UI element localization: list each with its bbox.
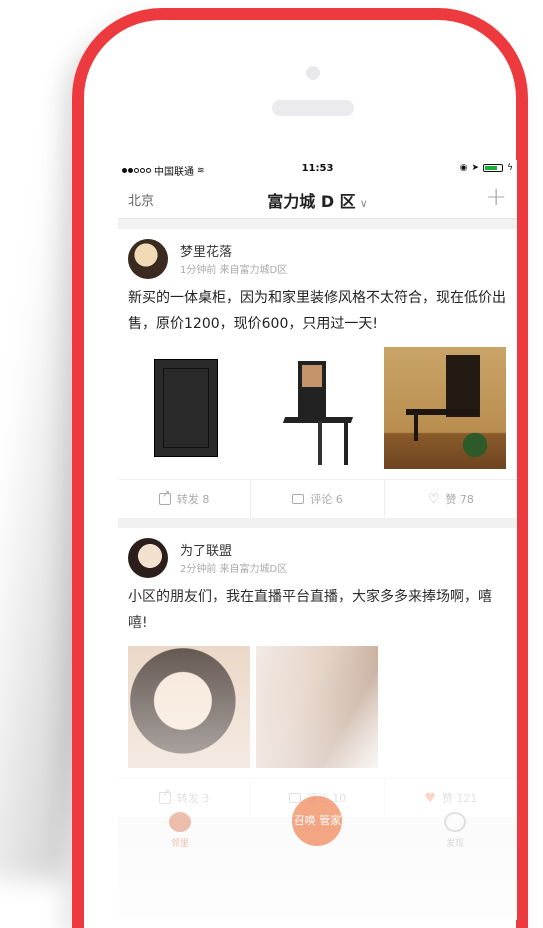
post-image[interactable] [256,646,378,768]
post-image[interactable] [384,347,506,469]
chevron-down-icon: ∨ [359,197,368,210]
clock: 11:53 [301,163,334,174]
tab-label: 邻里 [170,838,189,849]
heart-icon: ♡ [427,491,440,507]
home-icon [168,811,191,832]
post-text: 小区的朋友们，我在直播平台直播，大家多多来捧场啊，嘻嘻! [128,589,492,631]
app-screen: 中国联通 ≋ 11:53 ◉ ➤ ϟ 北京 富力城 D 区 ∨ + 梦里花落 1… [118,160,517,920]
like-label: 赞 78 [445,493,474,506]
summon-butler-button[interactable]: 召唤 管家 [292,796,343,846]
comment-label: 评论 6 [310,493,343,506]
share-icon [158,489,171,505]
post-image[interactable] [128,347,250,469]
status-icons: ◉ ➤ ϟ [460,163,513,173]
user-name[interactable]: 梦里花落 [180,241,232,260]
community-name: 富力城 D 区 [267,192,356,211]
front-camera [306,66,320,80]
add-button[interactable]: + [485,182,507,212]
phone-frame: 中国联通 ≋ 11:53 ◉ ➤ ϟ 北京 富力城 D 区 ∨ + 梦里花落 1… [72,8,528,928]
location-icon: ➤ [471,163,480,173]
post-card[interactable]: 为了联盟 2分钟前 来自富力城D区 小区的朋友们，我在直播平台直播，大家多多来捧… [118,528,517,817]
avatar[interactable] [128,239,168,279]
compass-icon [444,811,467,832]
avatar[interactable] [128,538,168,578]
post-actions: 转发 8 评论 6 ♡ 赞 78 [118,479,517,518]
share-label: 转发 8 [176,493,210,506]
post-text: 新买的一体桌柜，因为和家里装修风格不太符合，现在低价出售，原价1200，现价60… [128,290,506,332]
status-bar: 中国联通 ≋ 11:53 ◉ ➤ ϟ [118,160,517,178]
feed: 梦里花落 1分钟前 来自富力城D区 新买的一体桌柜，因为和家里装修风格不太符合，… [118,219,517,817]
user-name[interactable]: 为了联盟 [180,540,232,559]
tab-label: 发现 [446,838,465,849]
post-image[interactable] [256,347,378,469]
tab-bar: 邻里 召唤 管家 发现 [118,796,517,860]
share-button[interactable]: 转发 8 [118,480,252,518]
post-header: 梦里花落 1分钟前 来自富力城D区 [118,229,517,281]
post-images [118,636,517,778]
earpiece-speaker [272,100,354,116]
comment-icon [292,494,305,504]
post-header: 为了联盟 2分钟前 来自富力城D区 [118,528,517,580]
post-image[interactable] [128,646,250,768]
post-meta: 2分钟前 来自富力城D区 [180,564,288,575]
comment-button[interactable]: 评论 6 [251,480,385,518]
lock-rotation-icon: ◉ [459,163,468,173]
nav-bar: 北京 富力城 D 区 ∨ + [118,178,517,219]
post-card[interactable]: 梦里花落 1分钟前 来自富力城D区 新买的一体桌柜，因为和家里装修风格不太符合，… [118,229,517,518]
battery-icon [483,164,504,172]
community-title[interactable]: 富力城 D 区 ∨ [118,188,517,212]
tab-neighbors[interactable]: 邻里 [168,811,191,849]
tab-discover[interactable]: 发现 [444,811,467,849]
charging-icon: ϟ [507,163,513,173]
post-meta: 1分钟前 来自富力城D区 [180,265,288,276]
post-images [118,337,517,479]
like-button[interactable]: ♡ 赞 78 [385,480,517,518]
